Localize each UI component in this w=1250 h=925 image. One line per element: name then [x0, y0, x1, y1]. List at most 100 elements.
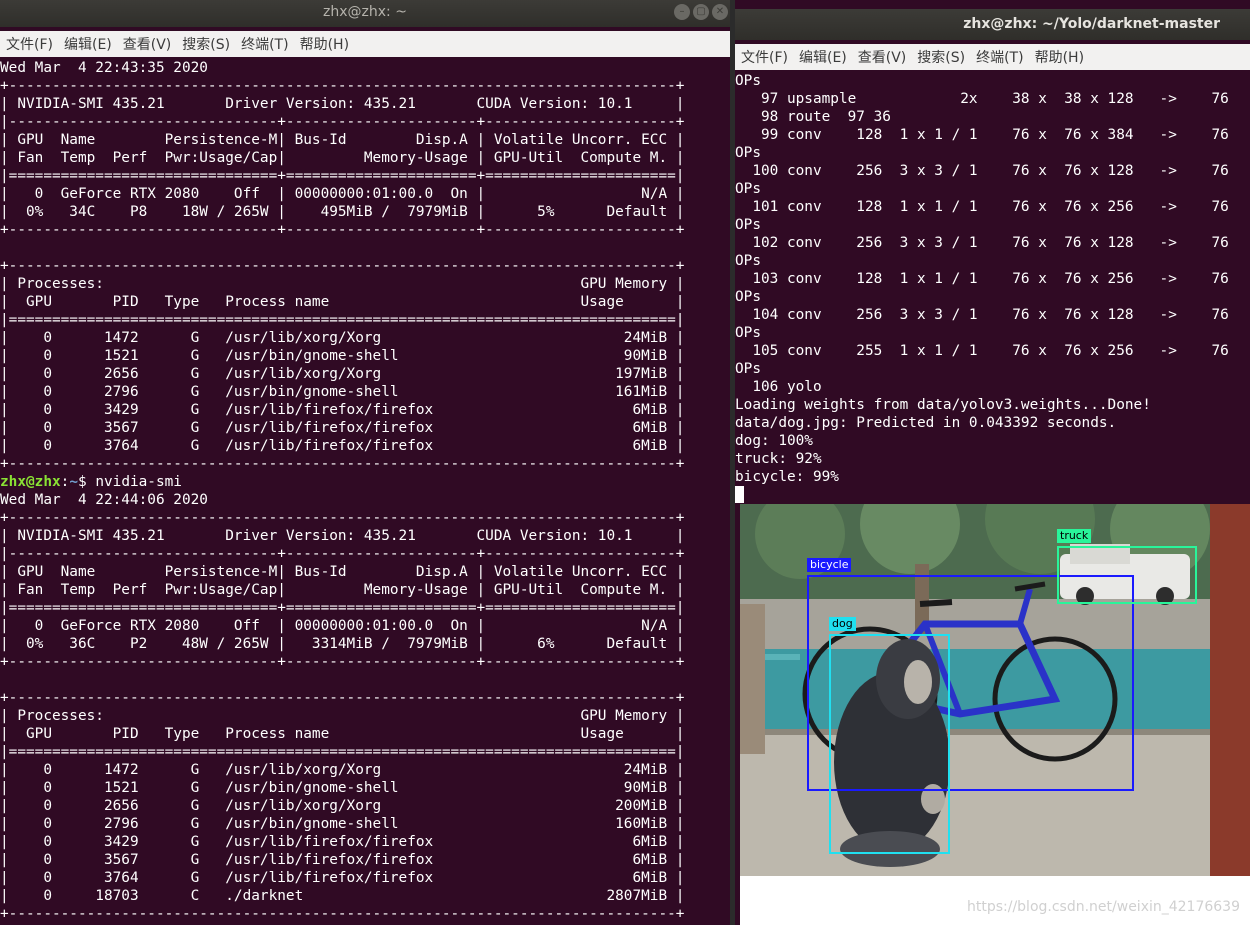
terminal-line: Wed Mar 4 22:43:35 2020 — [0, 60, 208, 76]
bbox-truck — [1057, 546, 1197, 604]
right-menubar: 文件(F) 编辑(E) 查看(V) 搜索(S) 终端(T) 帮助(H) — [735, 44, 1250, 70]
terminal-line: bicycle: 99% — [735, 469, 839, 485]
menu-help[interactable]: 帮助(H) — [1029, 47, 1089, 67]
terminal-line: | 0 2796 G /usr/bin/gnome-shell 161MiB | — [0, 384, 685, 400]
terminal-line: | 0% 34C P8 18W / 265W | 495MiB / 7979Mi… — [0, 204, 685, 220]
terminal-line: | Fan Temp Perf Pwr:Usage/Cap| Memory-Us… — [0, 582, 685, 598]
terminal-cursor-line — [735, 486, 1250, 504]
terminal-line: OPs — [735, 145, 761, 161]
terminal-line: | NVIDIA-SMI 435.21 Driver Version: 435.… — [0, 96, 685, 112]
prompt-symbol: $ — [78, 474, 96, 490]
terminal-line: | NVIDIA-SMI 435.21 Driver Version: 435.… — [0, 528, 685, 544]
menu-file[interactable]: 文件(F) — [735, 47, 793, 67]
terminal-line: | GPU Name Persistence-M| Bus-Id Disp.A … — [0, 132, 685, 148]
terminal-line: | GPU PID Type Process name Usage | — [0, 726, 685, 742]
left-terminal-output[interactable]: Wed Mar 4 22:43:35 2020 +----------------… — [0, 59, 730, 925]
terminal-line: | 0 18703 C ./darknet 2807MiB | — [0, 888, 685, 904]
right-terminal-output[interactable]: OPs 97 upsample 2x 38 x 38 x 128 -> 76 9… — [735, 72, 1250, 504]
terminal-line: |-------------------------------+-------… — [0, 114, 685, 130]
maximize-icon[interactable]: ▢ — [693, 4, 709, 20]
menu-terminal[interactable]: 终端(T) — [235, 34, 293, 54]
terminal-line: |=======================================… — [0, 312, 685, 328]
terminal-line: | Processes: GPU Memory | — [0, 708, 685, 724]
right-window-title: zhx@zhx: ~/Yolo/darknet-master — [963, 16, 1220, 32]
minimize-icon[interactable]: – — [674, 4, 690, 20]
terminal-line: | 0 1521 G /usr/bin/gnome-shell 90MiB | — [0, 348, 685, 364]
prompt-path: ~ — [69, 474, 78, 490]
terminal-line: 98 route 97 36 — [735, 109, 891, 125]
terminal-line: OPs — [735, 253, 761, 269]
terminal-line: truck: 92% — [735, 451, 822, 467]
terminal-line: +---------------------------------------… — [0, 258, 685, 274]
terminal-line: +-------------------------------+-------… — [0, 654, 685, 670]
terminal-line: | 0 2656 G /usr/lib/xorg/Xorg 200MiB | — [0, 798, 685, 814]
terminal-line: 106 yolo — [735, 379, 822, 395]
menu-file[interactable]: 文件(F) — [0, 34, 58, 54]
terminal-line: | 0 1472 G /usr/lib/xorg/Xorg 24MiB | — [0, 330, 685, 346]
bbox-label-truck: truck — [1057, 529, 1092, 543]
terminal-line: OPs — [735, 325, 761, 341]
bbox-dog — [829, 634, 950, 854]
prompt-user: zhx@zhx — [0, 474, 61, 490]
terminal-line: zhx@zhx:~$ nvidia-smi — [0, 473, 730, 491]
left-window-title: zhx@zhx: ~ — [323, 4, 407, 20]
terminal-line: OPs — [735, 181, 761, 197]
terminal-line: | 0 2656 G /usr/lib/xorg/Xorg 197MiB | — [0, 366, 685, 382]
menu-terminal[interactable]: 终端(T) — [970, 47, 1028, 67]
terminal-line: | 0 GeForce RTX 2080 Off | 00000000:01:0… — [0, 618, 685, 634]
terminal-line: Loading weights from data/yolov3.weights… — [735, 397, 1151, 413]
terminal-line: 104 conv 256 3 x 3 / 1 76 x 76 x 128 -> … — [735, 307, 1229, 323]
terminal-line: | 0% 36C P2 48W / 265W | 3314MiB / 7979M… — [0, 636, 685, 652]
menu-edit[interactable]: 编辑(E) — [793, 47, 852, 67]
terminal-line: | 0 3567 G /usr/lib/firefox/firefox 6MiB… — [0, 420, 685, 436]
menu-help[interactable]: 帮助(H) — [294, 34, 354, 54]
terminal-line: 101 conv 128 1 x 1 / 1 76 x 76 x 256 -> … — [735, 199, 1229, 215]
close-icon[interactable]: ✕ — [712, 4, 728, 20]
prediction-image: bicycle truck dog — [740, 504, 1250, 876]
terminal-line: OPs — [735, 289, 761, 305]
left-menubar: 文件(F) 编辑(E) 查看(V) 搜索(S) 终端(T) 帮助(H) — [0, 31, 730, 57]
terminal-line: OPs — [735, 361, 761, 377]
menu-search[interactable]: 搜索(S) — [911, 47, 970, 67]
terminal-line: | Fan Temp Perf Pwr:Usage/Cap| Memory-Us… — [0, 150, 685, 166]
menu-view[interactable]: 查看(V) — [852, 47, 912, 67]
left-window-controls: – ▢ ✕ — [674, 4, 728, 20]
prompt-command: nvidia-smi — [95, 474, 182, 490]
terminal-line: | 0 3429 G /usr/lib/firefox/firefox 6MiB… — [0, 834, 685, 850]
terminal-cursor — [735, 486, 744, 503]
left-titlebar[interactable]: zhx@zhx: ~ – ▢ ✕ — [0, 0, 730, 27]
terminal-line: 105 conv 255 1 x 1 / 1 76 x 76 x 256 -> … — [735, 343, 1229, 359]
terminal-line: 99 conv 128 1 x 1 / 1 76 x 76 x 384 -> 7… — [735, 127, 1229, 143]
terminal-line: 100 conv 256 3 x 3 / 1 76 x 76 x 128 -> … — [735, 163, 1229, 179]
menu-view[interactable]: 查看(V) — [117, 34, 177, 54]
terminal-line: 102 conv 256 3 x 3 / 1 76 x 76 x 128 -> … — [735, 235, 1229, 251]
right-titlebar[interactable]: zhx@zhx: ~/Yolo/darknet-master — [735, 9, 1250, 40]
left-terminal-window[interactable]: zhx@zhx: ~ – ▢ ✕ 文件(F) 编辑(E) 查看(V) 搜索(S)… — [0, 0, 730, 925]
menu-search[interactable]: 搜索(S) — [176, 34, 235, 54]
bbox-label-bicycle: bicycle — [807, 558, 852, 572]
terminal-line: +-------------------------------+-------… — [0, 222, 685, 238]
terminal-line: +---------------------------------------… — [0, 456, 685, 472]
terminal-line: 103 conv 128 1 x 1 / 1 76 x 76 x 256 -> … — [735, 271, 1229, 287]
terminal-line: +---------------------------------------… — [0, 690, 685, 706]
terminal-line: |===============================+=======… — [0, 168, 685, 184]
menu-edit[interactable]: 编辑(E) — [58, 34, 117, 54]
bbox-label-dog: dog — [829, 617, 856, 631]
terminal-line: | 0 3764 G /usr/lib/firefox/firefox 6MiB… — [0, 438, 685, 454]
terminal-line: OPs — [735, 73, 761, 89]
prediction-window-footer: https://blog.csdn.net/weixin_42176639 — [740, 876, 1250, 925]
terminal-line: | 0 3567 G /usr/lib/firefox/firefox 6MiB… — [0, 852, 685, 868]
terminal-line: | 0 GeForce RTX 2080 Off | 00000000:01:0… — [0, 186, 685, 202]
terminal-line: |=======================================… — [0, 744, 685, 760]
terminal-line: data/dog.jpg: Predicted in 0.043392 seco… — [735, 415, 1117, 431]
terminal-line: | GPU Name Persistence-M| Bus-Id Disp.A … — [0, 564, 685, 580]
terminal-line: +---------------------------------------… — [0, 510, 685, 526]
terminal-line: dog: 100% — [735, 433, 813, 449]
terminal-line: | GPU PID Type Process name Usage | — [0, 294, 685, 310]
terminal-line: | 0 3764 G /usr/lib/firefox/firefox 6MiB… — [0, 870, 685, 886]
terminal-line: +---------------------------------------… — [0, 78, 685, 94]
terminal-line: | Processes: GPU Memory | — [0, 276, 685, 292]
terminal-line: |-------------------------------+-------… — [0, 546, 685, 562]
